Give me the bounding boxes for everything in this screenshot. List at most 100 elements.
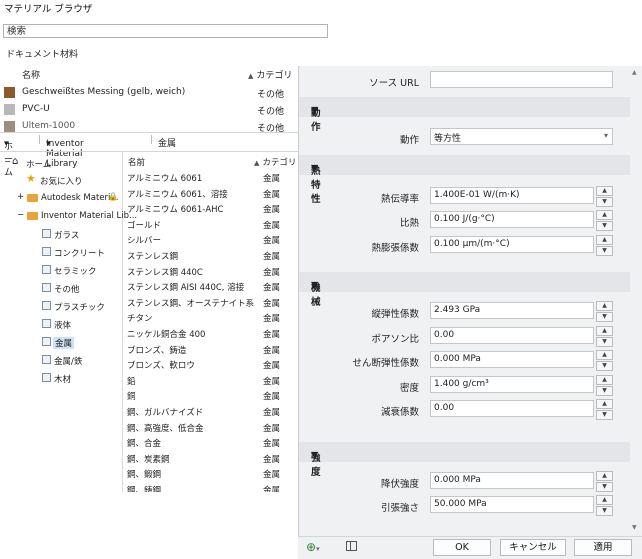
tensile-strength-field[interactable]: 50.000 MPa — [430, 496, 594, 513]
material-list-row[interactable]: 銅 金属 — [127, 388, 295, 403]
source-url-field[interactable] — [430, 71, 613, 88]
spin-down-icon[interactable]: ▼ — [596, 312, 613, 322]
apply-button[interactable]: 適用 — [574, 539, 632, 556]
cancel-button[interactable]: キャンセル — [500, 539, 566, 556]
editor-scrollbar[interactable]: ▲ ▼ — [630, 66, 642, 536]
doc-column-category[interactable]: ▲ カテゴリ — [248, 68, 292, 81]
material-category: 金属 — [263, 236, 281, 247]
ok-button[interactable]: OK — [433, 539, 491, 556]
spin-up-icon[interactable]: ▲ — [596, 210, 613, 220]
material-list-row[interactable]: 鋼、鋳鋼 金属 — [127, 482, 295, 492]
spin-down-icon[interactable]: ▼ — [596, 197, 613, 207]
doc-material-row[interactable]: Geschweißtes Messing (gelb, weich) その他 — [4, 84, 294, 102]
section-header-strength[interactable]: ▼ 強度 — [299, 442, 631, 478]
poisson-ratio-field[interactable]: 0.00 — [430, 327, 594, 344]
doc-material-category: その他 — [257, 124, 285, 132]
toolbar-divider: | — [38, 135, 42, 145]
material-list-row[interactable]: ブロンズ、鋳造 金属 — [127, 342, 295, 357]
material-category: 金属 — [263, 423, 281, 434]
density-field[interactable]: 1.400 g/cm³ — [430, 376, 594, 393]
material-list-row[interactable]: 鋼、ガルバナイズド 金属 — [127, 404, 295, 419]
tree-item-label: 金属 — [53, 337, 75, 349]
youngs-modulus-spinner[interactable]: ▲ ▼ — [596, 301, 613, 322]
material-category: 金属 — [263, 205, 281, 216]
doc-material-category: その他 — [257, 90, 285, 100]
material-list-row[interactable]: チタン 金属 — [127, 310, 295, 325]
behavior-dropdown[interactable]: 等方性 ▾ — [430, 128, 613, 145]
library-category-icon — [42, 229, 51, 241]
spin-up-icon[interactable]: ▲ — [596, 326, 613, 336]
material-list-row[interactable]: アルミニウム 6061 金属 — [127, 170, 295, 185]
youngs-modulus-field[interactable]: 2.493 GPa — [430, 302, 594, 319]
material-list-row[interactable]: 鋼、鍛鋼 金属 — [127, 466, 295, 481]
material-list-row[interactable]: ステンレス鋼、オーステナイト系 金属 — [127, 295, 295, 310]
spin-down-icon[interactable]: ▼ — [596, 246, 613, 256]
collapse-icon[interactable]: − — [17, 210, 24, 220]
spin-up-icon[interactable]: ▲ — [596, 350, 613, 360]
spin-up-icon[interactable]: ▲ — [596, 399, 613, 409]
search-input[interactable]: 検索 — [3, 24, 328, 38]
home-icon: ⌂ — [12, 156, 19, 167]
expand-icon[interactable]: + — [17, 192, 24, 202]
material-list-row[interactable]: ステンレス鋼 440C 金属 — [127, 264, 295, 279]
expansion-field[interactable]: 0.100 µm/(m·°C) — [430, 236, 594, 253]
spin-down-icon[interactable]: ▼ — [596, 221, 613, 231]
spin-up-icon[interactable]: ▲ — [596, 375, 613, 385]
spin-up-icon[interactable]: ▲ — [596, 235, 613, 245]
yield-strength-field[interactable]: 0.000 MPa — [430, 472, 594, 489]
material-name: 鉛 — [127, 376, 136, 387]
material-list-row[interactable]: アルミニウム 6061-AHC 金属 — [127, 201, 295, 216]
material-category: 金属 — [263, 439, 281, 450]
material-list-row[interactable]: 鋼、炭素鋼 金属 — [127, 451, 295, 466]
section-header-behavior[interactable]: ▼ 動作 — [299, 97, 631, 133]
spin-down-icon[interactable]: ▼ — [596, 506, 613, 516]
spin-down-icon[interactable]: ▼ — [596, 482, 613, 492]
section-header-mechanical[interactable]: ▼ 機械 — [299, 272, 631, 308]
spin-up-icon[interactable]: ▲ — [596, 301, 613, 311]
spin-down-icon[interactable]: ▼ — [596, 386, 613, 396]
panel-toggle-icon[interactable] — [346, 541, 357, 551]
chevron-down-icon: ▾ — [46, 139, 51, 149]
material-list-row[interactable]: 鉛 金属 — [127, 373, 295, 388]
conductivity-field[interactable]: 1.400E-01 W/(m·K) — [430, 187, 594, 204]
density-spinner[interactable]: ▲ ▼ — [596, 375, 613, 396]
material-list-row[interactable]: 鋼、高強度、低合金 金属 — [127, 420, 295, 435]
specific-heat-field[interactable]: 0.100 J/(g·°C) — [430, 211, 594, 228]
shear-modulus-spinner[interactable]: ▲ ▼ — [596, 350, 613, 371]
spin-up-icon[interactable]: ▲ — [596, 495, 613, 505]
tensile-strength-spinner[interactable]: ▲ ▼ — [596, 495, 613, 516]
material-list-row[interactable]: ステンレス鋼 AISI 440C, 溶接 金属 — [127, 279, 295, 294]
damping-spinner[interactable]: ▲ ▼ — [596, 399, 613, 420]
doc-material-row[interactable]: PVC-U その他 — [4, 101, 294, 119]
material-list-row[interactable]: ブロンズ、軟ロウ 金属 — [127, 357, 295, 372]
scroll-down-icon[interactable]: ▼ — [632, 524, 637, 531]
yield-strength-spinner[interactable]: ▲ ▼ — [596, 471, 613, 492]
collapse-icon[interactable]: − — [4, 157, 11, 167]
add-material-icon[interactable]: ⊕▾ — [306, 540, 320, 554]
material-list-row[interactable]: ゴールド 金属 — [127, 217, 295, 232]
material-swatch — [4, 87, 15, 98]
expansion-spinner[interactable]: ▲ ▼ — [596, 235, 613, 256]
material-list-row[interactable]: シルバー 金属 — [127, 232, 295, 247]
material-category: 金属 — [263, 189, 281, 200]
specific-heat-spinner[interactable]: ▲ ▼ — [596, 210, 613, 231]
spin-down-icon[interactable]: ▼ — [596, 337, 613, 347]
material-list-row[interactable]: ニッケル銅合金 400 金属 — [127, 326, 295, 341]
spin-down-icon[interactable]: ▼ — [596, 410, 613, 420]
shear-modulus-field[interactable]: 0.000 MPa — [430, 351, 594, 368]
material-list-row[interactable]: アルミニウム 6061、溶接 金属 — [127, 186, 295, 201]
breadcrumb-current[interactable]: 金属 — [158, 136, 176, 149]
poisson-ratio-spinner[interactable]: ▲ ▼ — [596, 326, 613, 347]
spin-down-icon[interactable]: ▼ — [596, 361, 613, 371]
damping-field[interactable]: 0.00 — [430, 400, 594, 417]
section-header-thermal[interactable]: ▼ 熱特性 — [299, 155, 631, 205]
tree-item-label: ホーム — [26, 160, 52, 170]
doc-column-name[interactable]: 名称 — [22, 68, 40, 81]
spin-up-icon[interactable]: ▲ — [596, 186, 613, 196]
material-list-row[interactable]: ステンレス鋼 金属 — [127, 248, 295, 263]
material-list-row[interactable]: 鋼、合金 金属 — [127, 435, 295, 450]
spin-up-icon[interactable]: ▲ — [596, 471, 613, 481]
conductivity-spinner[interactable]: ▲ ▼ — [596, 186, 613, 207]
scroll-up-icon[interactable]: ▲ — [632, 69, 637, 76]
doc-material-row[interactable]: Ultem-1000 その他 — [4, 118, 294, 132]
